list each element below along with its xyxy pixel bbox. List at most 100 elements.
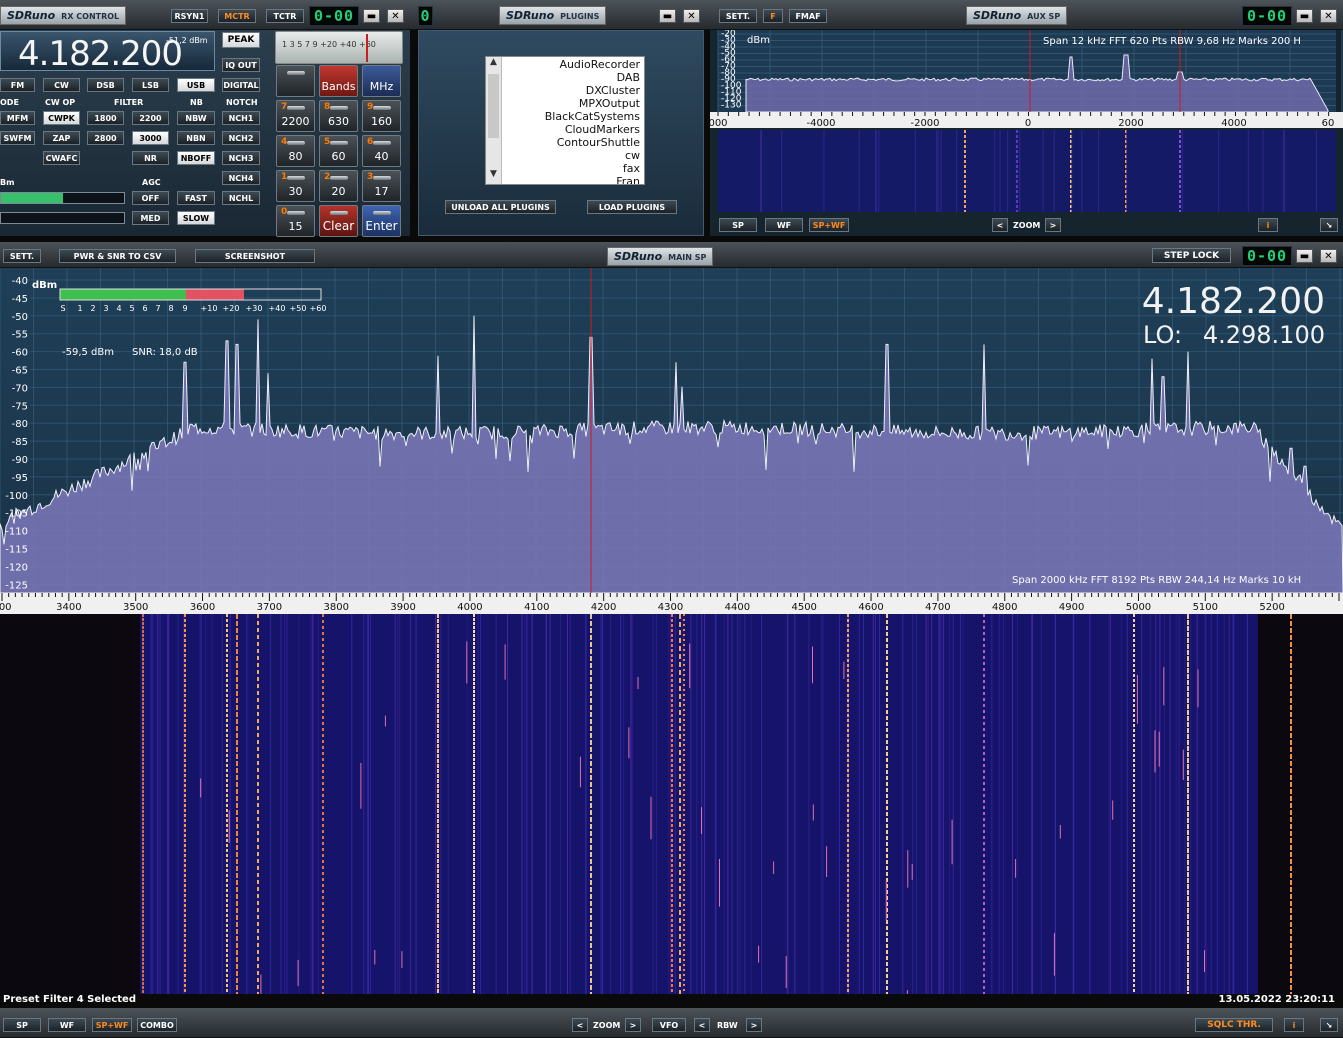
aux-f-button[interactable]: F [763, 9, 783, 23]
filter-2200-button[interactable]: 2200 [132, 111, 169, 125]
plugin-item[interactable]: CloudMarkers [545, 123, 640, 136]
cwpk-button[interactable]: CWPK [43, 111, 80, 125]
scroll-thumb[interactable] [488, 74, 499, 138]
zoom-left-icon[interactable]: < [572, 1018, 588, 1032]
cwafc-button[interactable]: CWAFC [43, 151, 80, 165]
squelch-slider[interactable] [0, 212, 125, 224]
close-icon[interactable]: ✕ [683, 9, 700, 23]
filter-2800-button[interactable]: 2800 [87, 131, 124, 145]
keypad-key-4[interactable]: 8 630 [319, 100, 358, 132]
aux-zoom-right-icon[interactable]: > [1045, 218, 1061, 232]
minimize-icon[interactable]: ▬ [1296, 249, 1313, 263]
peak-button[interactable]: PEAK [222, 32, 260, 48]
scroll-down-icon[interactable]: ▼ [486, 169, 501, 184]
vfo-button[interactable]: VFO [652, 1018, 686, 1032]
aux-zoom-left-icon[interactable]: < [992, 218, 1008, 232]
aux-spwf-button[interactable]: SP+WF [809, 218, 849, 232]
plugin-item[interactable]: ContourShuttle [545, 136, 640, 149]
main-resize-icon[interactable]: ↘ [1320, 1018, 1338, 1032]
keypad-key-3[interactable]: 7 2200 [276, 100, 315, 132]
mode-mfm-button[interactable]: MFM [0, 111, 35, 125]
main-info-button[interactable]: i [1284, 1018, 1304, 1032]
agc-fast-button[interactable]: FAST [177, 191, 215, 205]
plugin-item[interactable]: DXCluster [545, 84, 640, 97]
aux-settings-button[interactable]: SETT. [719, 9, 757, 23]
keypad-key-6[interactable]: 4 80 [276, 135, 315, 167]
aux-wf-button[interactable]: WF [765, 218, 803, 232]
notch-l-button[interactable]: NCHL [222, 191, 260, 205]
notch-4-button[interactable]: NCH4 [222, 171, 260, 185]
keypad-key-11[interactable]: 3 17 [362, 170, 401, 202]
pwr-snr-csv-button[interactable]: PWR & SNR TO CSV [59, 249, 176, 263]
tctr-button[interactable]: TCTR [266, 9, 304, 23]
aux-spectrum[interactable]: dBm Span 12 kHz FFT 620 Pts RBW 9,68 Hz … [710, 30, 1343, 236]
fmaf-button[interactable]: FMAF [789, 9, 827, 23]
combo-button[interactable]: COMBO [137, 1018, 177, 1032]
minimize-icon[interactable]: ▬ [1296, 9, 1313, 23]
keypad-key-13[interactable]: Clear [319, 205, 358, 237]
nr-button[interactable]: NR [132, 151, 169, 165]
keypad-key-1[interactable]: Bands [319, 65, 358, 97]
aux-resize-icon[interactable]: ↘ [1320, 218, 1338, 232]
keypad-key-10[interactable]: 2 20 [319, 170, 358, 202]
agc-slow-button[interactable]: SLOW [177, 211, 215, 225]
keypad-key-7[interactable]: 5 60 [319, 135, 358, 167]
minimize-icon[interactable]: ▬ [363, 9, 380, 23]
mode-swfm-button[interactable]: SWFM [0, 131, 35, 145]
minimize-icon[interactable]: ▬ [659, 9, 676, 23]
main-frequency[interactable]: 4.182.200 [1142, 281, 1325, 322]
mode-cw-button[interactable]: CW [43, 78, 80, 92]
load-plugins-button[interactable]: LOAD PLUGINS [587, 200, 677, 214]
agc-med-button[interactable]: MED [132, 211, 169, 225]
plugin-item[interactable]: BlackCatSystems [545, 110, 640, 123]
plugin-item[interactable]: MPXOutput [545, 97, 640, 110]
mctr-button[interactable]: MCTR [218, 9, 256, 23]
nbn-button[interactable]: NBN [177, 131, 215, 145]
notch-2-button[interactable]: NCH2 [222, 131, 260, 145]
rx-frequency[interactable]: 4.182.200 [18, 34, 183, 74]
plugin-item[interactable]: cw [545, 149, 640, 162]
mode-fm-button[interactable]: FM [0, 78, 35, 92]
notch-1-button[interactable]: NCH1 [222, 111, 260, 125]
plugin-list-scrollbar[interactable]: ▲ ▼ [486, 57, 502, 184]
keypad-key-9[interactable]: 1 30 [276, 170, 315, 202]
keypad-key-5[interactable]: 9 160 [362, 100, 401, 132]
screenshot-button[interactable]: SCREENSHOT [195, 249, 315, 263]
filter-3000-button[interactable]: 3000 [132, 131, 169, 145]
rbw-left-icon[interactable]: < [694, 1018, 710, 1032]
nbw-button[interactable]: NBW [177, 111, 215, 125]
scroll-up-icon[interactable]: ▲ [486, 57, 501, 72]
plugin-item[interactable]: Fran [545, 175, 640, 184]
close-icon[interactable]: ✕ [1320, 9, 1337, 23]
main-settings-button[interactable]: SETT. [3, 249, 41, 263]
volume-slider[interactable] [0, 192, 125, 204]
plugin-item[interactable]: DAB [545, 71, 640, 84]
keypad-key-14[interactable]: Enter [362, 205, 401, 237]
keypad-key-0[interactable] [276, 65, 315, 97]
unload-all-plugins-button[interactable]: UNLOAD ALL PLUGINS [445, 200, 556, 214]
mode-lsb-button[interactable]: LSB [132, 78, 169, 92]
zoom-right-icon[interactable]: > [625, 1018, 641, 1032]
aux-sp-button[interactable]: SP [719, 218, 757, 232]
zap-button[interactable]: ZAP [43, 131, 80, 145]
close-icon[interactable]: ✕ [387, 9, 404, 23]
main-spwf-button[interactable]: SP+WF [92, 1018, 132, 1032]
main-sp-button[interactable]: SP [3, 1018, 41, 1032]
notch-3-button[interactable]: NCH3 [222, 151, 260, 165]
main-spectrum[interactable]: -40 -45 -50 -55 -60 -65 -70 -75 -80 -85 -90 -95 -100… [0, 268, 1343, 994]
aux-info-button[interactable]: i [1258, 218, 1278, 232]
mode-usb-button[interactable]: USB [177, 78, 215, 92]
keypad-key-12[interactable]: 0 15 [276, 205, 315, 237]
close-icon[interactable]: ✕ [1320, 249, 1337, 263]
lo-frequency[interactable]: 4.298.100 [1203, 321, 1325, 349]
keypad-key-2[interactable]: MHz [362, 65, 401, 97]
plugin-list[interactable]: ▲ ▼ AudioRecorder DAB DXCluster MPXOutput Bl… [485, 56, 645, 185]
agc-off-button[interactable]: OFF [132, 191, 169, 205]
rbw-right-icon[interactable]: > [746, 1018, 762, 1032]
mode-dsb-button[interactable]: DSB [87, 78, 124, 92]
filter-1800-button[interactable]: 1800 [87, 111, 124, 125]
sqlc-threshold-button[interactable]: SQLC THR. [1195, 1018, 1273, 1032]
plugin-item[interactable]: AudioRecorder [545, 58, 640, 71]
rsyn1-button[interactable]: RSYN1 [171, 9, 208, 23]
nboff-button[interactable]: NBOFF [177, 151, 215, 165]
